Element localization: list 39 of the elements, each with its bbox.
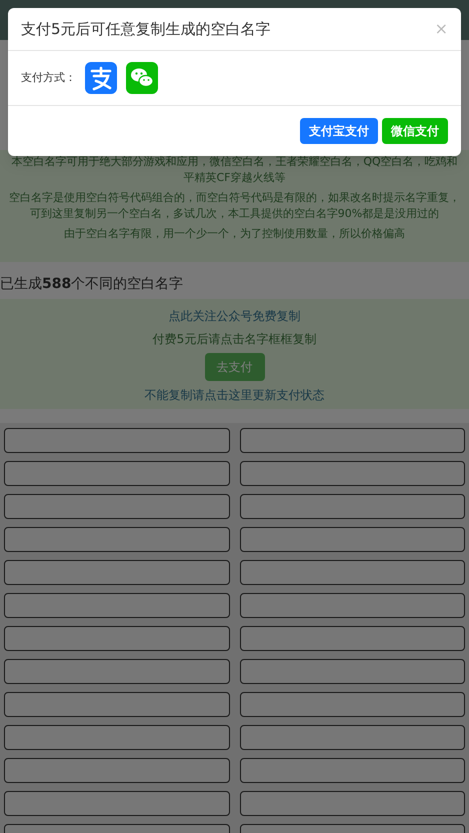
name-field[interactable] [4,560,230,585]
name-field[interactable] [4,791,230,816]
name-field[interactable] [4,428,230,453]
info-text: 本空白名字可用于绝大部分游戏和应用，微信空白名，王者荣耀空白名，QQ空白名，吃鸡和平精英CF穿越火线等 [10,154,459,186]
copy-instruction: 付费5元后请点击名字框框复制 [152,331,316,348]
name-field[interactable] [4,527,230,552]
name-field[interactable] [4,461,230,486]
follow-link[interactable]: 点此关注公众号免费复制 [168,307,300,325]
name-field[interactable] [240,725,465,750]
close-button[interactable]: × [434,21,448,37]
name-field[interactable] [240,692,465,717]
alipay-pay-button[interactable]: 支付宝支付 [300,118,378,144]
refresh-link[interactable]: 不能复制请点击这里更新支付状态 [144,386,324,404]
name-field[interactable] [240,659,465,684]
alipay-icon[interactable] [85,62,117,94]
name-field[interactable] [4,494,230,519]
payment-method-label: 支付方式： [21,70,76,86]
wechat-icon[interactable] [126,62,158,94]
name-field[interactable] [4,692,230,717]
name-field[interactable] [240,527,465,552]
info-text: 由于空白名字有限，用一个少一个，为了控制使用数量，所以价格偏高 [63,226,406,242]
dialog-title: 支付5元后可任意复制生成的空白名字 [21,18,271,40]
name-field[interactable] [240,560,465,585]
name-field[interactable] [4,593,230,618]
name-field[interactable] [4,758,230,783]
generated-count-heading: 已生成588个不同的空白名字 [0,276,184,292]
wechat-pay-button[interactable]: 微信支付 [382,118,448,144]
pay-button[interactable]: 去支付 [204,353,264,381]
name-field[interactable] [240,461,465,486]
name-field[interactable] [240,791,465,816]
name-field[interactable] [240,758,465,783]
name-field[interactable] [240,494,465,519]
name-field[interactable] [4,659,230,684]
name-field[interactable] [240,593,465,618]
name-field[interactable] [240,428,465,453]
info-text: 空白名字是使用空白符号代码组合的，而空白符号代码是有限的，如果改名时提示名字重复，可到这里复制另一个空白名，多试几次，本工具提供的空白名字90%都是是没用过的 [8,190,461,222]
name-field[interactable] [4,725,230,750]
name-field[interactable] [4,626,230,651]
name-field[interactable] [240,626,465,651]
